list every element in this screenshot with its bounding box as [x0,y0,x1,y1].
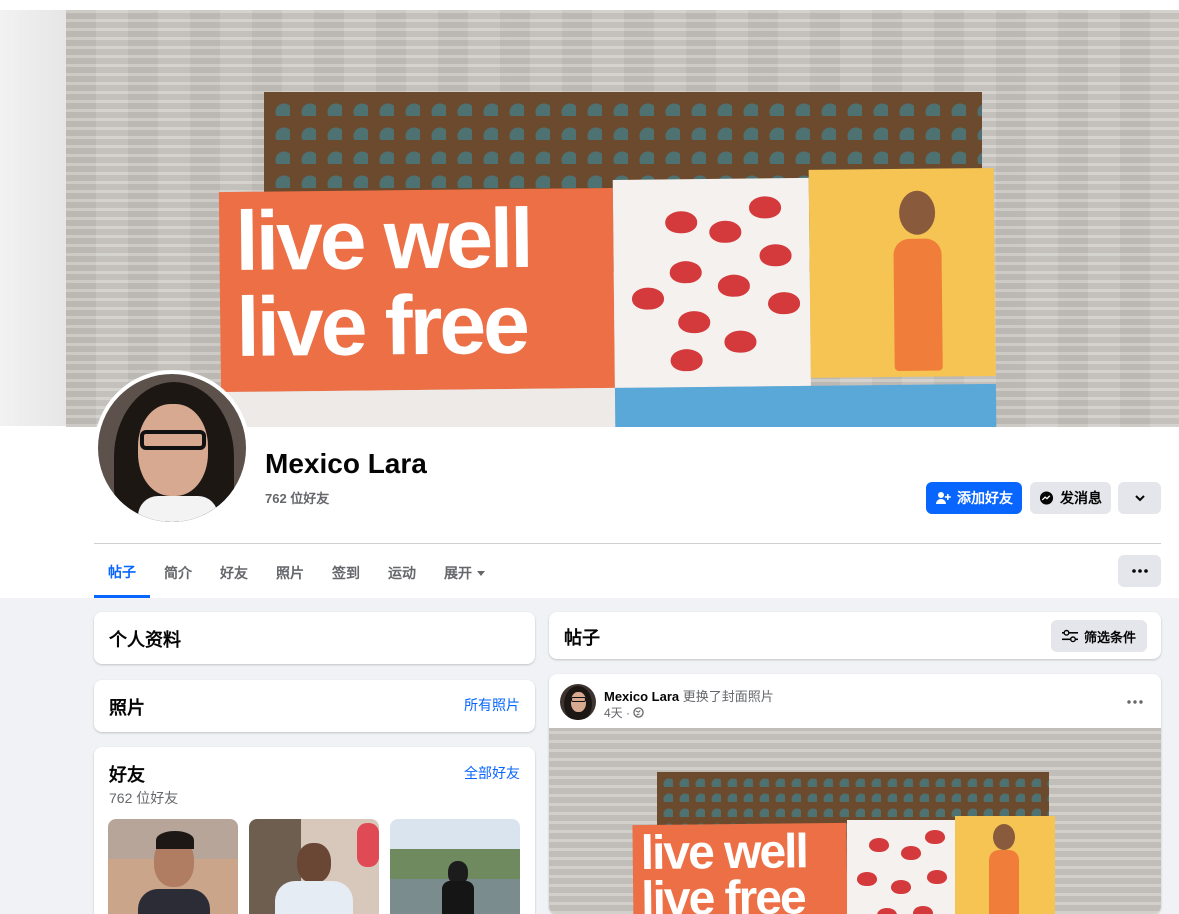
posts-header-card: 帖子 筛选条件 [549,612,1161,659]
tab-checkins[interactable]: 签到 [318,548,374,598]
header-divider [94,543,1161,544]
intro-card-title: 个人资料 [109,630,181,650]
tab-friends[interactable]: 好友 [206,548,262,598]
add-person-icon [935,490,951,506]
post-photo[interactable]: live well live free [549,728,1161,914]
cover-left-edge [0,10,66,426]
banner-model [869,190,961,371]
friends-card: 好友 全部好友 762 位好友 [94,747,535,914]
tab-posts[interactable]: 帖子 [94,548,150,598]
globe-icon [633,707,644,718]
post-banner-slogan: live well live free [640,825,808,914]
photos-card-title: 照片 [109,698,145,718]
post-meta: 4天 · [604,704,644,721]
caret-down-icon [476,568,486,578]
friends-card-title: 好友 [109,765,145,785]
photos-card: 照片 所有照片 [94,680,535,732]
more-dots-icon [1127,700,1143,704]
profile-name: Mexico Lara [265,448,427,479]
post-options-button[interactable] [1127,688,1143,709]
all-photos-link[interactable]: 所有照片 [464,695,520,715]
tab-more[interactable]: 展开 [430,548,500,598]
cover-banner: live well live free [218,167,997,427]
message-button[interactable]: 发消息 [1030,482,1111,514]
chevron-down-icon [1134,492,1146,504]
profile-avatar[interactable] [94,370,250,526]
tab-about[interactable]: 简介 [150,548,206,598]
filter-button[interactable]: 筛选条件 [1051,620,1147,652]
post-author-name[interactable]: Mexico Lara [604,689,679,704]
post-action-text: 更换了封面照片 [682,689,774,704]
posts-header-title: 帖子 [564,628,600,648]
friends-card-count: 762 位好友 [109,790,179,806]
messenger-icon [1039,490,1054,506]
tab-sports[interactable]: 运动 [374,548,430,598]
filter-sliders-icon [1061,629,1078,643]
post-timestamp[interactable]: 4天 · [604,704,630,721]
all-friends-link[interactable]: 全部好友 [464,763,520,783]
post-author-avatar[interactable] [560,684,596,720]
profile-more-button[interactable] [1118,482,1161,514]
more-dots-icon [1131,569,1148,573]
banner-slogan: live well live free [234,190,532,374]
profile-tabs: 帖子 简介 好友 照片 签到 运动 展开 [94,548,500,598]
cover-photo[interactable]: live well live free [66,10,1179,427]
friend-thumbnail[interactable] [249,819,379,914]
post-headline: Mexico Lara 更换了封面照片 [604,686,774,705]
friend-thumbnail[interactable] [390,819,520,914]
intro-card: 个人资料 [94,612,535,664]
tab-photos[interactable]: 照片 [262,548,318,598]
post-card: Mexico Lara 更换了封面照片 4天 · live well live … [549,674,1161,914]
tabs-more-options-button[interactable] [1118,555,1161,587]
profile-friend-count[interactable]: 762 位好友 [265,488,329,507]
friend-thumbnail[interactable] [108,819,238,914]
add-friend-button[interactable]: 添加好友 [926,482,1022,514]
